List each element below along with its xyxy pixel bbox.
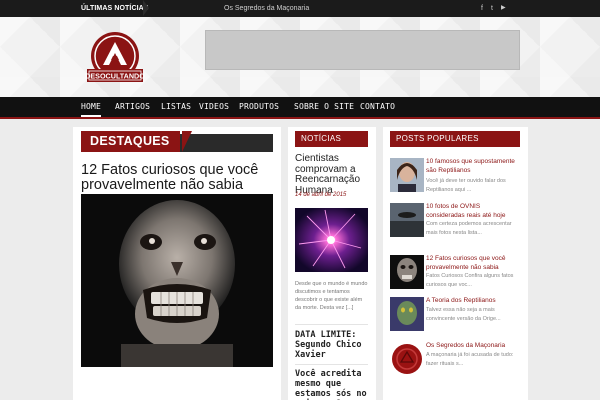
noticias-heading: NOTÍCIAS (295, 131, 368, 147)
label-arrow (143, 0, 149, 16)
popular-excerpt: Você já deve ter ouvido falar dos Reptil… (426, 178, 506, 193)
ticker-link[interactable]: Os Segredos da Maçonaria (224, 0, 309, 17)
latest-news-label: ÚLTIMAS NOTÍCIAS (81, 5, 149, 12)
popular-item[interactable]: Os Segredos da Maçonaria A maçonaria já … (390, 342, 520, 378)
popular-thumb (390, 255, 424, 289)
heading-notch (182, 131, 192, 152)
nav-contato[interactable]: CONTATO (360, 97, 395, 117)
logo-text: DESOCULTANDO (85, 72, 145, 81)
facebook-icon[interactable]: f (481, 4, 483, 13)
news-image[interactable] (295, 208, 368, 272)
popular-title[interactable]: 10 fotos de OVNIS consideradas reais até… (426, 203, 520, 220)
site-header: DESOCULTANDO (0, 17, 600, 97)
destaques-heading: DESTAQUES (81, 131, 180, 152)
popular-thumb (390, 203, 424, 237)
news-date: 14 de abril de 2015 (295, 192, 347, 198)
news-title-3[interactable]: Você acredita mesmo que estamos sós no u… (295, 369, 368, 400)
nav-home[interactable]: HOME (81, 97, 102, 117)
popular-item[interactable]: A Teoria dos Reptilianos Talvez essa não… (390, 297, 520, 333)
reptilian-photo (390, 297, 424, 331)
news-title-2[interactable]: DATA LIMITE: Segundo Chico Xavier (295, 330, 368, 360)
featured-image[interactable] (81, 194, 273, 367)
popular-title[interactable]: Os Segredos da Maçonaria (426, 342, 520, 351)
nav-produtos[interactable]: PRODUTOS (239, 97, 279, 117)
featured-title[interactable]: 12 Fatos curiosos que você provavelmente… (81, 163, 273, 193)
top-bar: ÚLTIMAS NOTÍCIAS Os Segredos da Maçonari… (0, 0, 600, 17)
populares-heading: POSTS POPULARES (390, 131, 520, 147)
popular-item[interactable]: 12 Fatos curiosos que você provavelmente… (390, 255, 520, 291)
nav-artigos[interactable]: ARTIGOS (115, 97, 150, 117)
popular-item[interactable]: 10 fotos de OVNIS consideradas reais até… (390, 203, 520, 243)
skull-image (81, 194, 273, 367)
plasma-ball-image (295, 208, 368, 272)
popular-thumb (390, 297, 424, 331)
skull-thumb (390, 255, 424, 289)
popular-excerpt: Com certeza podemos acrescentar mais fot… (426, 221, 512, 236)
site-logo[interactable]: DESOCULTANDO (81, 29, 149, 89)
news-divider (295, 324, 368, 325)
popular-title[interactable]: A Teoria dos Reptilianos (426, 297, 520, 306)
ufo-photo (390, 203, 424, 237)
popular-thumb (390, 342, 424, 376)
main-nav: HOME ARTIGOS LISTAS VIDEOS PRODUTOS SOBR… (0, 97, 600, 119)
twitter-icon[interactable]: t (491, 4, 493, 13)
popular-title[interactable]: 12 Fatos curiosos que você provavelmente… (426, 255, 520, 272)
popular-thumb (390, 158, 424, 192)
ad-banner[interactable] (205, 30, 520, 70)
news-title[interactable]: Cientistas comprovam a Reencarnação Huma… (295, 153, 370, 196)
nav-sobre-o-site[interactable]: SOBRE O SITE (294, 97, 354, 117)
populares-heading-text: POSTS POPULARES (396, 134, 479, 143)
nav-listas[interactable]: LISTAS (161, 97, 191, 117)
news-divider-2 (295, 364, 368, 365)
popular-excerpt: Fatos Curiosos Confira alguns fatos curi… (426, 273, 514, 288)
logo-graphic: DESOCULTANDO (85, 32, 145, 82)
popular-excerpt: Talvez essa não seja a mais convincente … (426, 307, 501, 322)
youtube-icon[interactable]: ▶ (501, 4, 506, 13)
popular-item[interactable]: 10 famosos que supostamente são Reptilia… (390, 158, 520, 194)
woman-photo (390, 158, 424, 192)
noticias-heading-text: NOTÍCIAS (301, 134, 342, 143)
masonic-seal-photo (390, 342, 424, 376)
nav-videos[interactable]: VIDEOS (199, 97, 229, 117)
popular-title[interactable]: 10 famosos que supostamente são Reptilia… (426, 158, 520, 175)
popular-excerpt: A maçonaria já foi acusada de tudo: faze… (426, 352, 514, 367)
news-excerpt: Desde que o mundo é mundo discutimos e t… (295, 281, 368, 311)
